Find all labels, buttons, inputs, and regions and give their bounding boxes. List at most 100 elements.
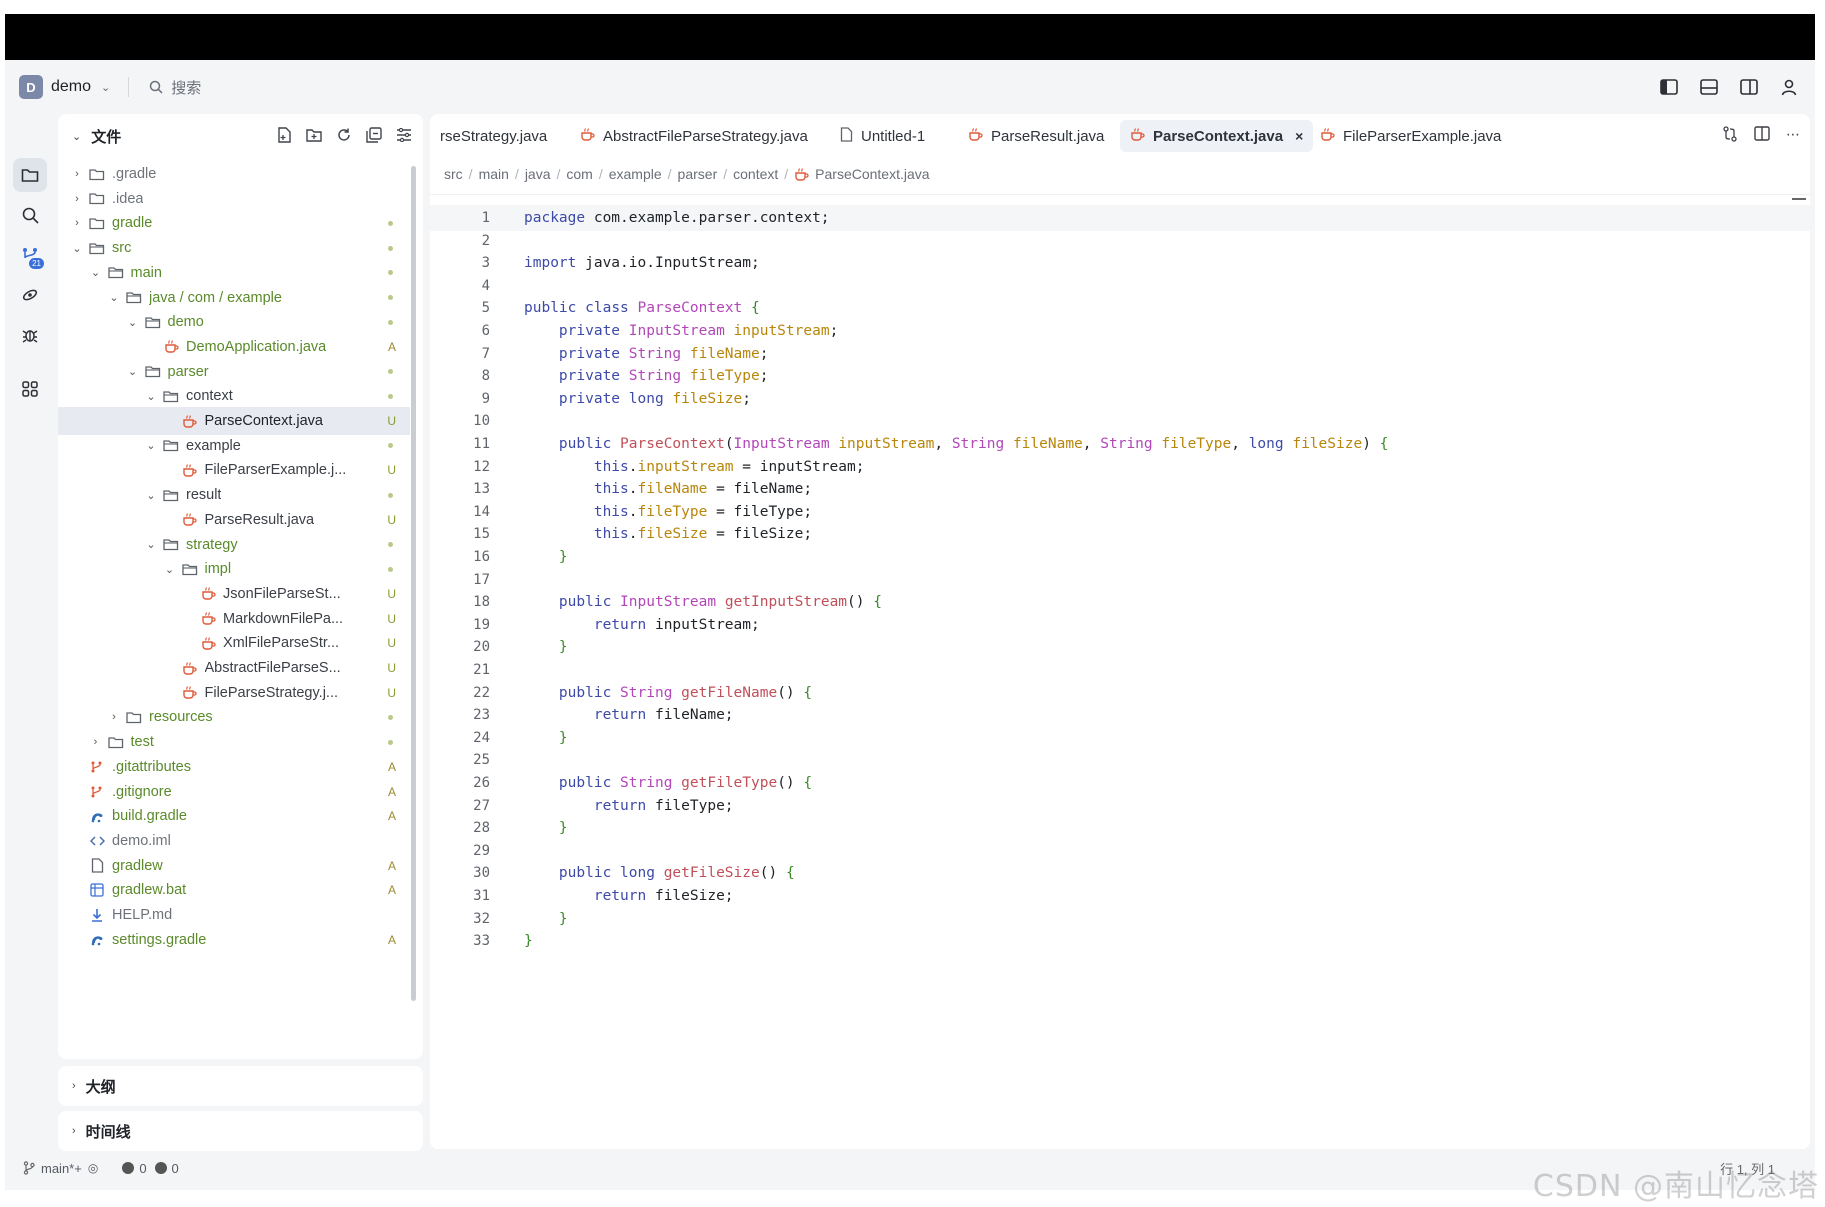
sidebar-scrollbar[interactable]	[411, 166, 416, 1001]
folder-open-icon	[162, 387, 180, 405]
project-name[interactable]: demo	[51, 78, 91, 96]
chevron-down-icon[interactable]: ⌄	[107, 291, 121, 304]
chevron-down-icon[interactable]: ⌄	[70, 242, 84, 255]
chevron-right-icon[interactable]: ›	[70, 193, 84, 205]
window-top-bar	[5, 14, 1815, 60]
explorer-icon[interactable]	[13, 158, 47, 192]
chevron-right-icon[interactable]: ›	[70, 168, 84, 180]
problems-indicator[interactable]: 0 0	[122, 1160, 179, 1176]
collapse-all-icon[interactable]	[365, 126, 383, 144]
tree-item-label: strategy	[186, 536, 238, 553]
tree-item-label: test	[130, 734, 154, 751]
tree-item-label: example	[186, 437, 241, 454]
modified-dot	[388, 295, 393, 300]
breadcrumb-separator: /	[598, 166, 603, 182]
folder-open-icon	[107, 264, 125, 282]
error-icon	[122, 1162, 135, 1174]
breadcrumb-item[interactable]: com	[566, 166, 592, 182]
tree-file[interactable]: settings.gradle A	[58, 926, 410, 954]
line-content: this.fileType = fileType;	[593, 503, 813, 520]
divider	[430, 194, 1810, 195]
project-badge[interactable]: D	[19, 75, 43, 99]
editor-tab[interactable]: rseStrategy.java	[430, 120, 557, 152]
source-control-icon[interactable]: 21	[13, 238, 47, 272]
editor-tab[interactable]: FileParserExample.java	[1310, 120, 1511, 152]
chevron-down-icon[interactable]: ⌄	[163, 563, 177, 576]
line-content: public long getFileSize() {	[558, 865, 795, 882]
branch-indicator[interactable]: main*+ ◎	[23, 1161, 98, 1176]
tree-item-label: ParseContext.java	[204, 413, 323, 429]
breadcrumb-item[interactable]: main	[479, 166, 509, 182]
timeline-section[interactable]: › 时间线	[58, 1111, 423, 1151]
extensions-link-icon[interactable]	[13, 278, 47, 312]
tab-label: ParseResult.java	[991, 127, 1105, 145]
timeline-title: 时间线	[85, 1123, 131, 1141]
java-file-icon	[181, 461, 199, 479]
tree-item-label: parser	[167, 363, 209, 380]
chevron-down-icon[interactable]: ⌄	[144, 439, 158, 452]
git-status-badge: A	[387, 932, 396, 947]
tree-item-label: DemoApplication.java	[186, 338, 327, 355]
apps-grid-icon[interactable]	[13, 372, 47, 406]
new-file-icon[interactable]	[275, 126, 293, 144]
git-status-badge: U	[387, 512, 396, 527]
editor-tab[interactable]: ParseResult.java	[958, 120, 1114, 152]
line-content: package com.example.parser.context;	[524, 210, 830, 226]
java-file-icon	[181, 511, 199, 529]
chevron-down-icon[interactable]: ⌄	[72, 130, 81, 143]
line-content: import java.io.InputStream;	[524, 255, 760, 272]
breadcrumb-item[interactable]: src	[444, 166, 463, 182]
chevron-down-icon[interactable]: ⌄	[101, 81, 110, 94]
breadcrumb-item[interactable]: context	[733, 166, 778, 182]
chevron-down-icon[interactable]: ⌄	[144, 390, 158, 403]
editor-tab[interactable]: AbstractFileParseStrategy.java	[570, 120, 818, 152]
chevron-right-icon[interactable]: ›	[89, 736, 103, 748]
java-file-icon	[181, 684, 199, 702]
line-content: }	[558, 910, 568, 927]
more-options-icon[interactable]	[395, 126, 413, 144]
editor-tab[interactable]: ParseContext.java ×	[1120, 120, 1314, 152]
more-actions-icon[interactable]: ⋯	[1786, 126, 1800, 145]
folder-icon	[107, 733, 125, 751]
breadcrumb-item[interactable]: ParseContext.java	[815, 166, 929, 182]
line-number: 14	[473, 503, 490, 520]
search-box[interactable]: 搜索	[149, 77, 201, 98]
split-editor-icon[interactable]	[1754, 126, 1770, 145]
chevron-right-icon[interactable]: ›	[70, 217, 84, 229]
chevron-down-icon[interactable]: ⌄	[126, 365, 140, 378]
toggle-panel-icon[interactable]	[1699, 77, 1719, 97]
breadcrumb-item[interactable]: parser	[678, 166, 718, 182]
new-folder-icon[interactable]	[305, 126, 323, 144]
code-line[interactable]: 33}	[430, 928, 1810, 954]
split-layout-icon[interactable]	[1739, 77, 1759, 97]
search-icon[interactable]	[13, 198, 47, 232]
account-icon[interactable]	[1779, 77, 1799, 97]
line-content: }	[558, 729, 568, 746]
git-status-badge: U	[387, 414, 396, 428]
line-number: 21	[473, 662, 490, 678]
close-icon[interactable]: ×	[1295, 128, 1303, 144]
chevron-down-icon[interactable]: ⌄	[144, 538, 158, 551]
sync-icon[interactable]: ◎	[88, 1161, 98, 1175]
chevron-right-icon[interactable]: ›	[107, 711, 121, 723]
chevron-down-icon[interactable]: ⌄	[89, 266, 103, 279]
chevron-down-icon[interactable]: ⌄	[144, 489, 158, 502]
line-content: return fileName;	[593, 707, 734, 724]
toggle-sidebar-icon[interactable]	[1659, 77, 1679, 97]
breadcrumb-item[interactable]: example	[609, 166, 662, 182]
compare-changes-icon[interactable]	[1722, 126, 1738, 145]
breadcrumb-item[interactable]: java	[525, 166, 551, 182]
outline-section[interactable]: › 大纲	[58, 1066, 423, 1106]
editor-tab[interactable]: Untitled-1	[830, 120, 935, 152]
line-number: 3	[481, 255, 490, 272]
file-tree: › .gradle › .idea › gradle ⌄ src ⌄ main ⌄ java / co…	[58, 158, 410, 1048]
line-number: 20	[473, 639, 490, 656]
refresh-icon[interactable]	[335, 126, 353, 144]
debug-bug-icon[interactable]	[13, 318, 47, 352]
editor-toolbar: ⋯	[1722, 126, 1800, 145]
folder-icon	[88, 190, 106, 208]
chevron-down-icon[interactable]: ⌄	[126, 316, 140, 329]
error-count: 0	[139, 1160, 147, 1176]
line-number: 5	[481, 300, 490, 317]
line-number: 31	[473, 888, 490, 904]
